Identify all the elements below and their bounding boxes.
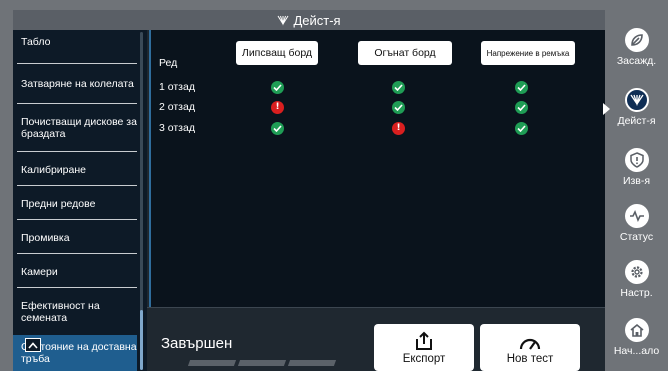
menu-item-purge[interactable]: Промивка — [13, 230, 137, 246]
menu-scrollbar-thumb[interactable] — [140, 310, 143, 370]
side-menu: Табло Затваряне на колелата Почистващи д… — [13, 30, 147, 371]
home-icon — [624, 318, 649, 342]
progress-segment — [237, 360, 287, 366]
row-label-1: 1 отзад — [159, 81, 195, 93]
gauge-icon — [519, 338, 541, 350]
right-navigation: Засажд. Дейст-я Изв-я Статус Настр. Нач.… — [603, 10, 668, 371]
status-ok-icon — [271, 81, 284, 94]
status-ok-icon — [515, 81, 528, 94]
menu-item-dashboard[interactable]: Табло — [13, 34, 137, 50]
status-ok-icon — [515, 101, 528, 114]
nav-home[interactable]: Нач...ало — [605, 318, 668, 368]
status-ok-icon — [271, 122, 284, 135]
nav-settings[interactable]: Настр. — [605, 260, 668, 310]
missing-flap-column-button[interactable]: Липсващ борд — [236, 41, 318, 65]
export-button[interactable]: Експорт — [374, 324, 474, 371]
menu-item-front-rows[interactable]: Предни редове — [13, 196, 137, 212]
title-bar: Дейст-я — [13, 10, 605, 30]
menu-item-seed-efficiency[interactable]: Ефективност на семената — [13, 298, 137, 326]
page-title: Дейст-я — [293, 12, 341, 28]
test-footer: Завършен Експорт Нов тест — [147, 307, 605, 371]
actions-icon — [624, 88, 649, 112]
status-ok-icon — [392, 101, 405, 114]
share-icon — [416, 331, 432, 350]
bent-flap-column-button[interactable]: Огънат борд — [358, 41, 452, 65]
belt-tension-column-button[interactable]: Напрежение в ремъка — [481, 41, 575, 65]
menu-item-cameras[interactable]: Камери — [13, 264, 137, 280]
nav-status[interactable]: Статус — [605, 204, 668, 254]
actions-icon — [277, 15, 289, 26]
scroll-up-button[interactable] — [25, 338, 41, 352]
chevron-up-icon — [28, 341, 38, 349]
row-column-header: Ред — [159, 57, 178, 69]
seed-icon — [624, 28, 649, 52]
nav-planting[interactable]: Засажд. — [605, 28, 668, 78]
status-error-icon: ! — [271, 101, 284, 114]
menu-item-calibration[interactable]: Калибриране — [13, 162, 137, 178]
export-label: Експорт — [402, 353, 446, 365]
progress-segment — [287, 360, 337, 366]
new-test-label: Нов тест — [506, 353, 554, 365]
test-results-panel: Ред Липсващ борд Огънат борд Напрежение … — [149, 30, 607, 307]
menu-item-row-cleaners[interactable]: Почистващи дискове за браздата — [13, 114, 137, 142]
test-status-text: Завършен — [161, 335, 233, 352]
nav-actions[interactable]: Дейст-я — [605, 88, 668, 138]
status-ok-icon — [515, 122, 528, 135]
menu-item-closing-wheels[interactable]: Затваряне на колелата — [13, 70, 137, 98]
gear-icon — [624, 260, 649, 284]
nav-alerts[interactable]: Изв-я — [605, 148, 668, 198]
new-test-button[interactable]: Нов тест — [480, 324, 580, 371]
alert-shield-icon — [624, 148, 649, 172]
status-ok-icon — [392, 81, 405, 94]
status-error-icon: ! — [392, 122, 405, 135]
progress-segment — [187, 360, 237, 366]
pulse-icon — [624, 204, 649, 228]
main-window: Дейст-я Табло Затваряне на колелата Почи… — [13, 10, 607, 371]
row-label-2: 2 отзад — [159, 101, 195, 113]
row-label-3: 3 отзад — [159, 122, 195, 134]
